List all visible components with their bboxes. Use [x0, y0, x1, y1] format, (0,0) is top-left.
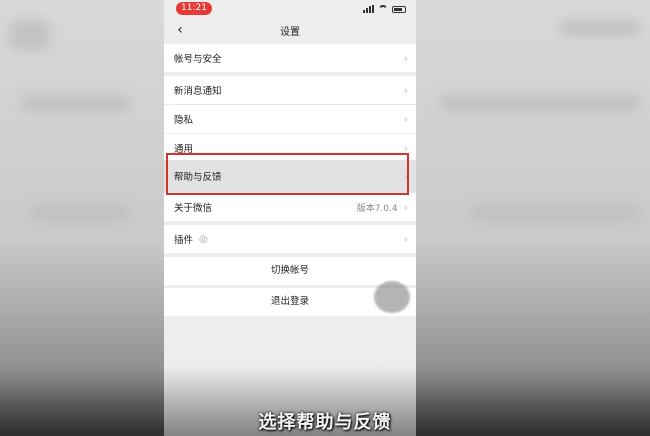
- chevron-right-icon: ›: [403, 51, 408, 65]
- chevron-right-icon: ›: [403, 200, 408, 214]
- status-icons: [363, 3, 406, 15]
- version-value: 版本7.0.4: [356, 203, 398, 214]
- setting-account-security[interactable]: 帐号与安全 ›: [164, 44, 416, 72]
- chevron-right-icon: ›: [403, 83, 408, 97]
- setting-privacy[interactable]: 隐私 ›: [164, 105, 416, 133]
- setting-label: 隐私: [174, 115, 194, 126]
- touch-indicator: [374, 281, 410, 313]
- switch-account-button[interactable]: 切换帐号: [164, 257, 416, 285]
- nav-bar: ‹ 设置: [164, 18, 416, 44]
- page-title: 设置: [280, 27, 300, 38]
- battery-icon: [392, 5, 406, 13]
- wifi-icon: [378, 5, 388, 13]
- setting-notifications[interactable]: 新消息通知 ›: [164, 76, 416, 104]
- chevron-right-icon: ›: [403, 232, 408, 246]
- setting-about[interactable]: 关于微信 版本7.0.4 ›: [164, 193, 416, 221]
- highlight-annotation: [166, 153, 409, 195]
- eye-icon: ◎: [199, 233, 208, 245]
- chevron-right-icon: ›: [403, 112, 408, 126]
- signal-icon: [363, 5, 374, 13]
- setting-label: 关于微信: [174, 203, 213, 214]
- setting-label: 帐号与安全: [174, 54, 222, 65]
- video-subtitle: 选择帮助与反馈: [258, 412, 392, 433]
- setting-label: 插件: [174, 235, 194, 246]
- setting-label: 新消息通知: [174, 86, 222, 97]
- status-time: 11:21: [176, 2, 212, 15]
- setting-plugins[interactable]: 插件 ◎ ›: [164, 225, 416, 253]
- status-bar: 11:21: [164, 0, 416, 18]
